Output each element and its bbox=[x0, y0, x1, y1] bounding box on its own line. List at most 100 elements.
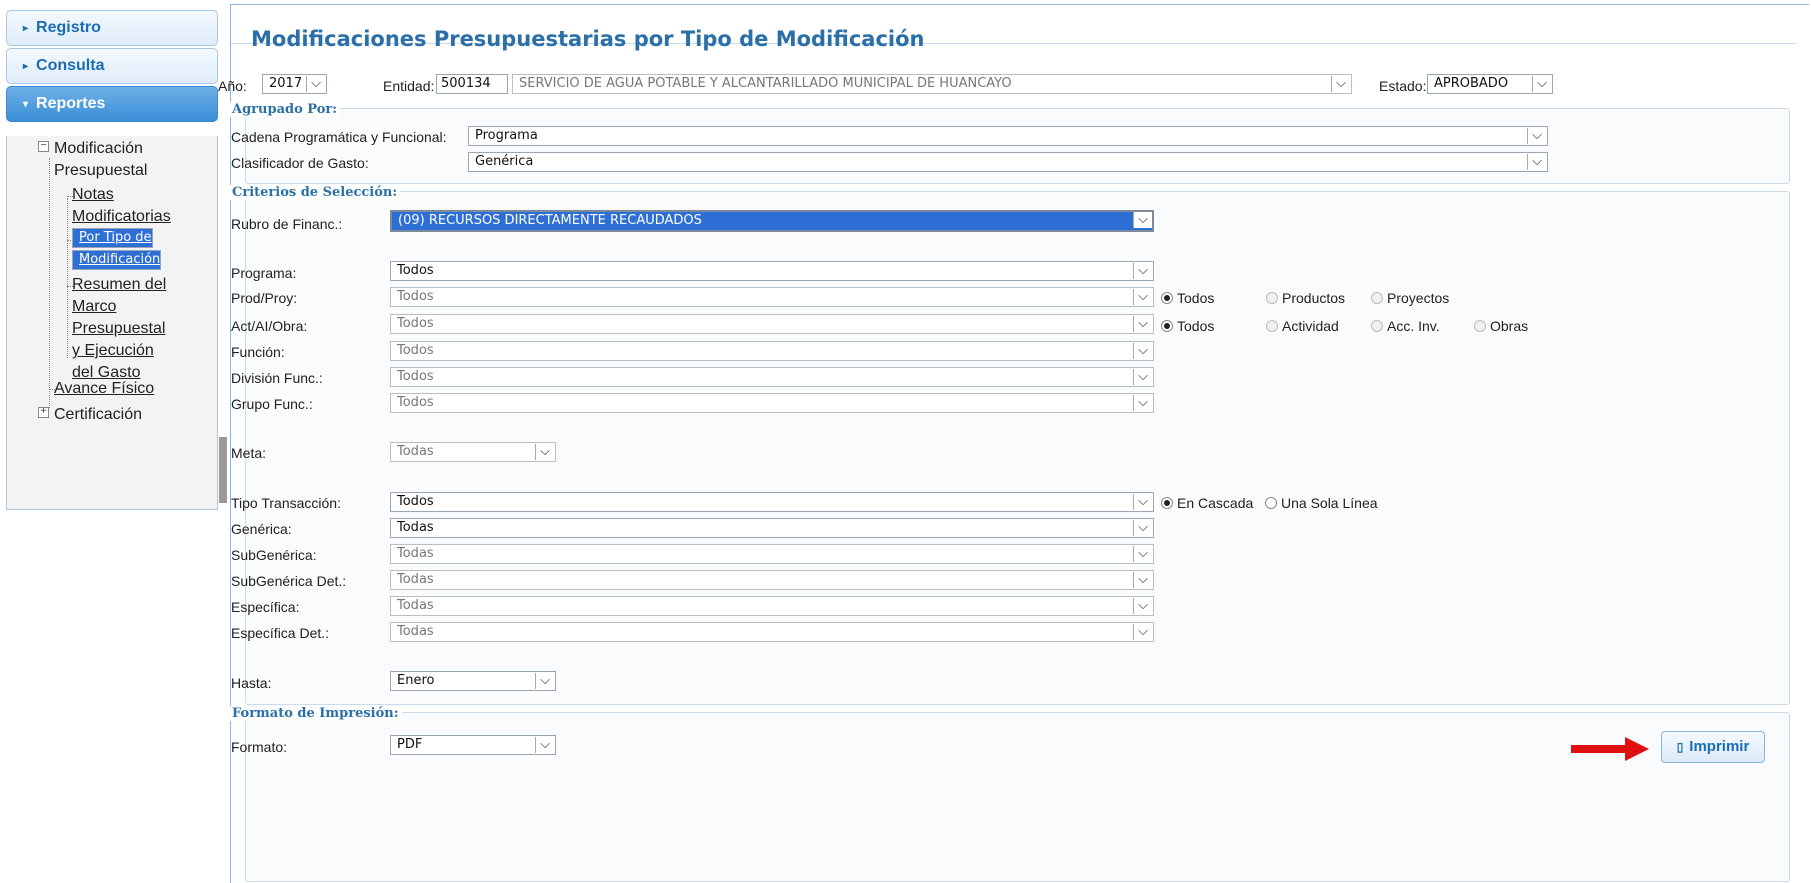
chevron-right-icon: ▸ bbox=[23, 23, 29, 34]
tree-link[interactable]: Avance Físico bbox=[54, 380, 154, 397]
tree-avance-fisico[interactable]: Avance Físico bbox=[54, 378, 154, 400]
tree-certificacion[interactable]: Certificación bbox=[54, 404, 142, 426]
tree-label: Modificación bbox=[54, 140, 143, 157]
radio-icon bbox=[1474, 320, 1486, 332]
radio-acc-inv[interactable]: Acc. Inv. bbox=[1371, 318, 1440, 334]
division-label: División Func.: bbox=[231, 370, 323, 386]
tipo-select[interactable]: Todos ⌵ bbox=[390, 492, 1154, 512]
radio-label: Todos bbox=[1177, 318, 1215, 334]
subgenerica-select[interactable]: Todas ⌵ bbox=[390, 544, 1154, 564]
grupo-select[interactable]: Todos ⌵ bbox=[390, 393, 1154, 413]
especificadet-select[interactable]: Todas ⌵ bbox=[390, 622, 1154, 642]
tree-link[interactable]: Modificatorias bbox=[72, 208, 171, 225]
tree-modificacion-presupuestal[interactable]: Modificación Presupuestal bbox=[54, 138, 147, 182]
radio-label: Productos bbox=[1282, 290, 1346, 306]
entidad-value: SERVICIO DE AGUA POTABLE Y ALCANTARILLAD… bbox=[519, 76, 1012, 91]
programa-label: Programa: bbox=[231, 265, 297, 281]
radio-una-sola-linea[interactable]: Una Sola Línea bbox=[1265, 495, 1378, 511]
rubro-select[interactable]: (09) RECURSOS DIRECTAMENTE RECAUDADOS ⌵ bbox=[390, 210, 1154, 232]
clasificador-select[interactable]: Genérica ⌵ bbox=[468, 152, 1548, 172]
estado-select[interactable]: APROBADO ⌵ bbox=[1427, 74, 1553, 94]
menu-registro[interactable]: ▸ Registro bbox=[6, 10, 218, 46]
actai-select[interactable]: Todos ⌵ bbox=[390, 314, 1154, 334]
sidebar-scrollbar[interactable] bbox=[219, 437, 227, 503]
radio-icon bbox=[1371, 292, 1383, 304]
agrupado-legend: Agrupado Por: bbox=[229, 102, 341, 117]
division-value: Todos bbox=[397, 369, 434, 384]
radio-label: Obras bbox=[1490, 318, 1529, 334]
anio-select[interactable]: 2017 ⌵ bbox=[262, 74, 327, 94]
tree-link[interactable]: Notas bbox=[72, 186, 114, 203]
radio-obras[interactable]: Obras bbox=[1474, 318, 1528, 334]
entidad-label: Entidad: bbox=[383, 78, 435, 94]
actai-label: Act/AI/Obra: bbox=[231, 318, 308, 334]
print-button[interactable]: ▯ Imprimir bbox=[1661, 731, 1765, 763]
estado-value: APROBADO bbox=[1434, 76, 1509, 91]
radio-icon bbox=[1371, 320, 1383, 332]
hasta-select[interactable]: Enero ⌵ bbox=[390, 671, 556, 691]
chevron-down-icon: ⌵ bbox=[1133, 395, 1152, 411]
tree-resumen-marco[interactable]: Resumen del Marco Presupuestal y Ejecución d… bbox=[72, 274, 166, 384]
chevron-down-icon: ⌵ bbox=[1133, 598, 1152, 614]
generica-select[interactable]: Todas ⌵ bbox=[390, 518, 1154, 538]
menu-consulta-label: Consulta bbox=[36, 57, 105, 74]
chevron-down-icon: ⌵ bbox=[1331, 76, 1350, 92]
chevron-down-icon: ▾ bbox=[23, 99, 29, 110]
formato-select[interactable]: PDF ⌵ bbox=[390, 735, 556, 755]
rubro-value: (09) RECURSOS DIRECTAMENTE RECAUDADOS bbox=[398, 213, 702, 228]
tipo-label: Tipo Transacción: bbox=[231, 495, 341, 511]
division-select[interactable]: Todos ⌵ bbox=[390, 367, 1154, 387]
subgenericadet-label: SubGenérica Det.: bbox=[231, 573, 347, 589]
menu-consulta[interactable]: ▸ Consulta bbox=[6, 48, 218, 84]
tree-link[interactable]: y Ejecución bbox=[72, 342, 154, 359]
chevron-down-icon: ⌵ bbox=[1133, 212, 1152, 228]
radio-icon bbox=[1266, 320, 1278, 332]
expand-icon[interactable]: + bbox=[38, 407, 49, 418]
tree-link[interactable]: Marco bbox=[72, 298, 116, 315]
subgenericadet-select[interactable]: Todas ⌵ bbox=[390, 570, 1154, 590]
print-icon: ▯ bbox=[1676, 740, 1684, 754]
tree-link-selected[interactable]: Por Tipo de bbox=[72, 228, 153, 248]
collapse-icon[interactable]: − bbox=[38, 141, 49, 152]
subgenerica-label: SubGenérica: bbox=[231, 547, 317, 563]
menu-reportes[interactable]: ▾ Reportes bbox=[6, 86, 218, 122]
tree-notas-modificatorias[interactable]: Notas Modificatorias bbox=[72, 184, 171, 228]
entidad-select[interactable]: SERVICIO DE AGUA POTABLE Y ALCANTARILLAD… bbox=[512, 74, 1352, 94]
tree-link[interactable]: Presupuestal bbox=[72, 320, 165, 337]
prodproy-select[interactable]: Todos ⌵ bbox=[390, 287, 1154, 307]
tree-link[interactable]: Resumen del bbox=[72, 276, 166, 293]
radio-en-cascada[interactable]: En Cascada bbox=[1161, 495, 1253, 511]
entidad-code-input[interactable]: 500134 bbox=[436, 74, 508, 94]
print-button-label: Imprimir bbox=[1689, 738, 1750, 755]
subgenerica-value: Todas bbox=[397, 546, 434, 561]
chevron-right-icon: ▸ bbox=[23, 61, 29, 72]
tree-line bbox=[49, 158, 50, 408]
meta-select[interactable]: Todas ⌵ bbox=[390, 442, 556, 462]
especifica-select[interactable]: Todas ⌵ bbox=[390, 596, 1154, 616]
especificadet-label: Específica Det.: bbox=[231, 625, 330, 641]
radio-productos[interactable]: Productos bbox=[1266, 290, 1345, 306]
estado-label: Estado: bbox=[1379, 78, 1427, 94]
programa-select[interactable]: Todos ⌵ bbox=[390, 261, 1154, 281]
radio-label: Todos bbox=[1177, 290, 1215, 306]
subgenericadet-value: Todas bbox=[397, 572, 434, 587]
radio-proyectos[interactable]: Proyectos bbox=[1371, 290, 1449, 306]
tree-label: Presupuestal bbox=[54, 162, 148, 179]
radio-actai-todos[interactable]: Todos bbox=[1161, 318, 1214, 334]
chevron-down-icon: ⌵ bbox=[1133, 316, 1152, 332]
radio-actividad[interactable]: Actividad bbox=[1266, 318, 1339, 334]
tree-link-selected[interactable]: Modificación bbox=[72, 250, 162, 270]
radio-selected-icon bbox=[1161, 292, 1173, 304]
clasificador-label: Clasificador de Gasto: bbox=[231, 155, 369, 171]
tree-label: Certificación bbox=[54, 406, 143, 423]
funcion-select[interactable]: Todos ⌵ bbox=[390, 341, 1154, 361]
formato-label: Formato: bbox=[231, 739, 288, 755]
grupo-value: Todos bbox=[397, 395, 434, 410]
radio-prodproy-todos[interactable]: Todos bbox=[1161, 290, 1214, 306]
especificadet-value: Todas bbox=[397, 624, 434, 639]
generica-label: Genérica: bbox=[231, 521, 292, 537]
criterios-legend: Criterios de Selección: bbox=[229, 185, 401, 200]
sidebar: ▸ Registro ▸ Consulta ▾ Reportes − Modifica… bbox=[0, 0, 228, 883]
programa-value: Todos bbox=[397, 263, 434, 278]
cadena-select[interactable]: Programa ⌵ bbox=[468, 126, 1548, 146]
